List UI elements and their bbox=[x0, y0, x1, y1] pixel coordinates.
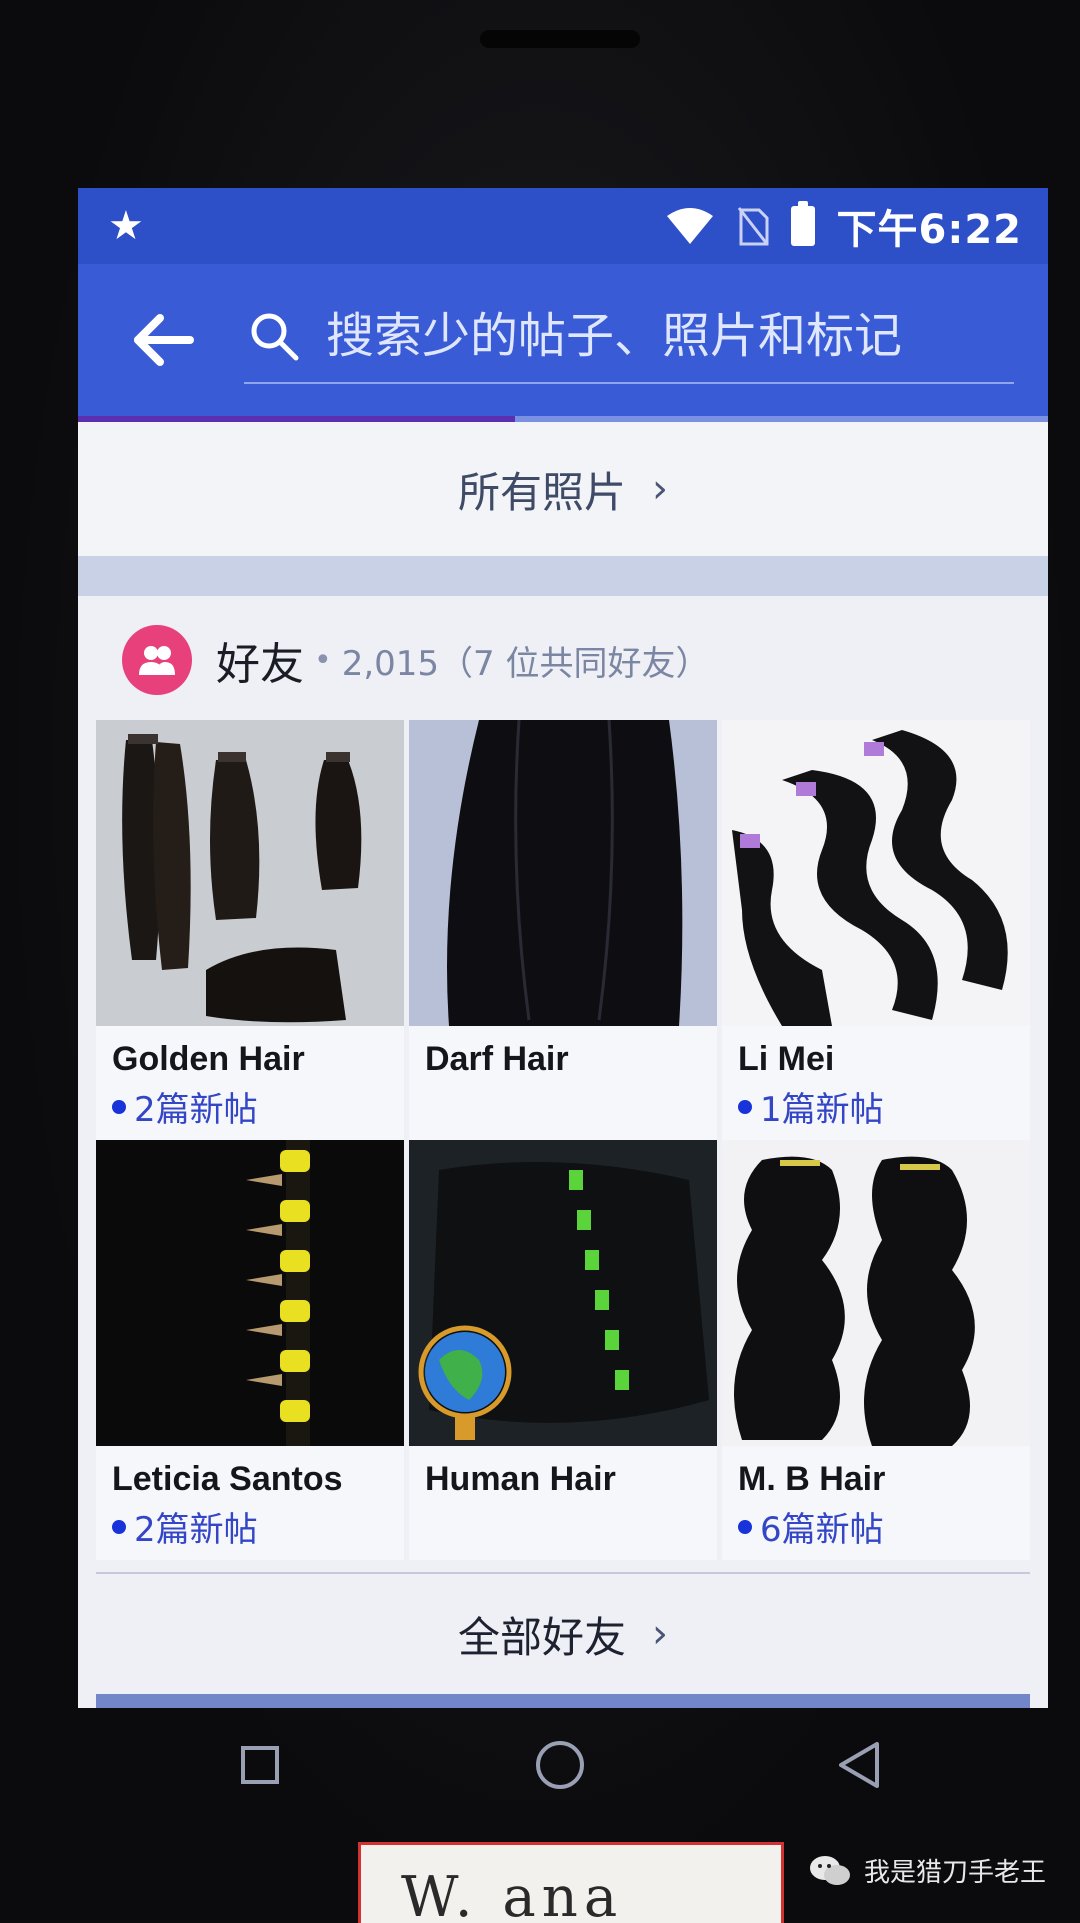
new-posts-indicator: 1篇新帖 bbox=[738, 1082, 884, 1131]
all-friends-label: 全部好友 bbox=[457, 1612, 626, 1662]
friend-card[interactable]: Darf Hair bbox=[409, 720, 717, 1140]
friends-count: 2,015（7 位共同好友） bbox=[341, 643, 710, 684]
wifi-icon bbox=[666, 208, 713, 244]
phone-screen: ★ 下午6:22 所有照片 › bbox=[78, 188, 1048, 1708]
no-sim-icon bbox=[737, 207, 768, 246]
friend-photo-curly bbox=[722, 1140, 1030, 1446]
friends-section: 好友 • 2,015（7 位共同好友） Golden Hair 2篇新帖 Dar… bbox=[78, 596, 1048, 1708]
new-posts-indicator: 2篇新帖 bbox=[112, 1502, 258, 1551]
phone-speaker bbox=[480, 30, 640, 48]
status-time: 下午6:22 bbox=[836, 207, 1022, 253]
chevron-right-icon: › bbox=[652, 1611, 668, 1657]
all-photos-label: 所有照片 bbox=[457, 467, 626, 517]
new-posts-indicator: 2篇新帖 bbox=[112, 1082, 258, 1131]
friends-separator: • bbox=[314, 642, 332, 678]
watermark-text: 我是猎刀手老王 bbox=[863, 1858, 1046, 1888]
search-input[interactable] bbox=[324, 300, 1018, 372]
nav-recents-icon[interactable] bbox=[225, 1730, 295, 1800]
nav-back-icon[interactable] bbox=[825, 1730, 895, 1800]
new-posts-indicator: 6篇新帖 bbox=[738, 1502, 884, 1551]
new-post-dot bbox=[112, 1519, 126, 1534]
friend-photo-wefts bbox=[96, 1140, 404, 1446]
battery-icon bbox=[790, 201, 815, 246]
new-posts-text: 1篇新帖 bbox=[760, 1090, 884, 1130]
label-sticker: W. ana bbox=[358, 1842, 784, 1923]
new-posts-text: 2篇新帖 bbox=[134, 1510, 258, 1550]
status-bar: ★ 下午6:22 bbox=[78, 188, 1048, 264]
friend-name: Li Mei bbox=[738, 1040, 835, 1078]
new-posts-text: 2篇新帖 bbox=[134, 1090, 258, 1130]
friend-card[interactable]: Golden Hair 2篇新帖 bbox=[96, 720, 404, 1140]
friend-name: Leticia Santos bbox=[112, 1460, 343, 1498]
friend-photo-globe bbox=[409, 1140, 717, 1446]
section-divider bbox=[78, 556, 1048, 596]
friend-photo-bodywave bbox=[722, 720, 1030, 1026]
navigation-bar bbox=[110, 1695, 1010, 1835]
search-underline bbox=[244, 382, 1014, 384]
friends-header[interactable]: 好友 • 2,015（7 位共同好友） bbox=[122, 620, 709, 700]
all-friends-link[interactable]: 全部好友 › bbox=[96, 1572, 1030, 1694]
wechat-icon bbox=[809, 1855, 850, 1885]
new-post-dot bbox=[738, 1519, 752, 1534]
nav-home-icon[interactable] bbox=[525, 1730, 595, 1800]
new-post-dot bbox=[738, 1099, 752, 1114]
new-post-dot bbox=[112, 1099, 126, 1114]
sticker-text: W. ana bbox=[401, 1865, 624, 1923]
friends-grid: Golden Hair 2篇新帖 Darf Hair Li Mei 1篇新帖 L… bbox=[96, 720, 1030, 1560]
watermark: 我是猎刀手老王 bbox=[808, 1852, 1046, 1889]
friend-photo-bundles bbox=[96, 720, 404, 1026]
search-header bbox=[78, 264, 1048, 420]
friend-name: M. B Hair bbox=[738, 1460, 886, 1498]
friend-card[interactable]: M. B Hair 6篇新帖 bbox=[722, 1140, 1030, 1560]
star-icon: ★ bbox=[108, 203, 144, 249]
friend-card[interactable]: Leticia Santos 2篇新帖 bbox=[96, 1140, 404, 1560]
friend-card[interactable]: Human Hair bbox=[409, 1140, 717, 1560]
all-photos-link[interactable]: 所有照片 › bbox=[78, 422, 1048, 556]
friend-name: Darf Hair bbox=[425, 1040, 569, 1078]
new-posts-text: 6篇新帖 bbox=[760, 1510, 884, 1550]
chevron-right-icon: › bbox=[652, 466, 668, 512]
friend-name: Golden Hair bbox=[112, 1040, 305, 1078]
friends-icon bbox=[122, 625, 192, 695]
friend-photo-straight bbox=[409, 720, 717, 1026]
status-icons: 下午6:22 bbox=[665, 198, 1023, 254]
search-icon bbox=[251, 313, 299, 361]
back-arrow-icon[interactable] bbox=[128, 310, 198, 370]
friend-name: Human Hair bbox=[425, 1460, 616, 1498]
friend-card[interactable]: Li Mei 1篇新帖 bbox=[722, 720, 1030, 1140]
friends-title: 好友 bbox=[216, 639, 304, 690]
